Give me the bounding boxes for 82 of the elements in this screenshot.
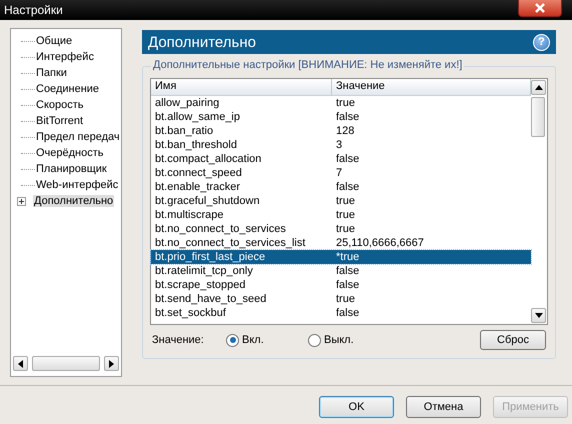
- scroll-up-button[interactable]: [531, 80, 546, 95]
- setting-value: false: [335, 152, 360, 166]
- setting-name: bt.ratelimit_tcp_only: [154, 264, 254, 278]
- table-row[interactable]: bt.ban_threshold 3: [151, 138, 531, 152]
- setting-value: false: [335, 110, 360, 124]
- sidebar-item[interactable]: BitTorrent: [35, 115, 84, 127]
- close-icon: [534, 3, 546, 13]
- setting-value: *true: [335, 250, 360, 264]
- sidebar-item[interactable]: Соединение: [35, 83, 100, 95]
- table-row[interactable]: bt.graceful_shutdown true: [151, 194, 531, 208]
- sidebar-item[interactable]: Папки: [35, 67, 68, 79]
- table-row[interactable]: bt.enable_tracker false: [151, 180, 531, 194]
- setting-value: false: [335, 278, 360, 292]
- sidebar-item[interactable]: Дополнительно: [33, 195, 114, 207]
- window-title: Настройки: [4, 3, 63, 17]
- setting-value: 25,110,6666,6667: [335, 236, 425, 250]
- setting-value: true: [335, 222, 356, 236]
- setting-value: false: [335, 306, 360, 320]
- table-row[interactable]: bt.set_sockbuf false: [151, 306, 531, 320]
- table-row[interactable]: bt.send_have_to_seed true: [151, 292, 531, 306]
- setting-name: bt.compact_allocation: [154, 152, 262, 166]
- scrollbar-thumb[interactable]: [32, 356, 100, 371]
- setting-value: 3: [335, 138, 344, 152]
- radio-option[interactable]: Вкл.: [226, 334, 308, 346]
- sidebar-item[interactable]: Общие: [35, 35, 74, 47]
- sidebar-item[interactable]: Планировщик: [35, 163, 108, 175]
- setting-name: bt.multiscrape: [154, 208, 224, 222]
- sidebar-item[interactable]: Web-интерфейс: [35, 179, 120, 191]
- scrollbar-thumb[interactable]: [531, 97, 545, 137]
- table-row[interactable]: bt.allow_same_ip false: [151, 110, 531, 124]
- table-row[interactable]: allow_pairing true: [151, 96, 531, 110]
- setting-name: bt.no_connect_to_services_list: [154, 236, 306, 250]
- setting-name: bt.send_have_to_seed: [154, 292, 268, 306]
- setting-value: 7: [335, 166, 344, 180]
- setting-name: bt.allow_same_ip: [154, 110, 241, 124]
- down-arrow-icon: [534, 313, 542, 318]
- setting-value: true: [335, 194, 356, 208]
- table-row[interactable]: bt.scrape_stopped false: [151, 278, 531, 292]
- right-arrow-icon: [109, 360, 114, 368]
- column-header[interactable]: Имя: [151, 79, 332, 95]
- setting-name: bt.graceful_shutdown: [154, 194, 261, 208]
- sidebar-item[interactable]: Скорость: [35, 99, 85, 111]
- setting-name: bt.connect_speed: [154, 166, 243, 180]
- setting-value: false: [335, 180, 360, 194]
- setting-name: bt.enable_tracker: [154, 180, 241, 194]
- setting-value: true: [335, 96, 356, 110]
- table-row[interactable]: bt.ban_ratio 128: [151, 124, 531, 138]
- panel-title: Дополнительно: [148, 34, 256, 50]
- scroll-left-button[interactable]: [13, 356, 28, 371]
- setting-name: bt.no_connect_to_services: [154, 222, 287, 236]
- sidebar-item[interactable]: Предел передач: [35, 131, 121, 143]
- setting-value: 128: [335, 124, 356, 138]
- setting-name: bt.scrape_stopped: [154, 278, 247, 292]
- setting-name: bt.ban_ratio: [154, 124, 214, 138]
- scroll-down-button[interactable]: [531, 308, 546, 323]
- table-row[interactable]: bt.no_connect_to_services_list 25,110,6666,6667: [151, 236, 531, 250]
- radio-option[interactable]: Выкл.: [308, 334, 390, 346]
- setting-value: true: [335, 208, 356, 222]
- group-title: Дополнительные настройки [ВНИМАНИЕ: Не изменяйте их!]: [151, 59, 464, 71]
- table-row[interactable]: bt.multiscrape true: [151, 208, 531, 222]
- table-row[interactable]: bt.prio_first_last_piece *true: [151, 250, 531, 264]
- dialog-button[interactable]: OK: [319, 396, 394, 418]
- table-row[interactable]: bt.no_connect_to_services true: [151, 222, 531, 236]
- setting-value: false: [335, 264, 360, 278]
- expand-icon[interactable]: [17, 196, 26, 206]
- setting-name: bt.prio_first_last_piece: [154, 250, 266, 264]
- table-row[interactable]: bt.compact_allocation false: [151, 152, 531, 166]
- sidebar-item[interactable]: Очерёдность: [35, 147, 105, 159]
- left-arrow-icon: [18, 360, 23, 368]
- setting-name: bt.ban_threshold: [154, 138, 238, 152]
- table-row[interactable]: bt.connect_speed 7: [151, 166, 531, 180]
- close-button[interactable]: [518, 0, 562, 17]
- setting-name: allow_pairing: [154, 96, 220, 110]
- value-label: Значение:: [152, 334, 205, 346]
- up-arrow-icon: [534, 85, 542, 90]
- reset-button[interactable]: Сброс: [480, 330, 546, 350]
- sidebar-item[interactable]: Интерфейс: [35, 51, 95, 63]
- table-row[interactable]: bt.ratelimit_tcp_only false: [151, 264, 531, 278]
- setting-value: true: [335, 292, 356, 306]
- scroll-right-button[interactable]: [104, 356, 119, 371]
- setting-name: bt.set_sockbuf: [154, 306, 227, 320]
- dialog-button[interactable]: Отмена: [406, 396, 481, 418]
